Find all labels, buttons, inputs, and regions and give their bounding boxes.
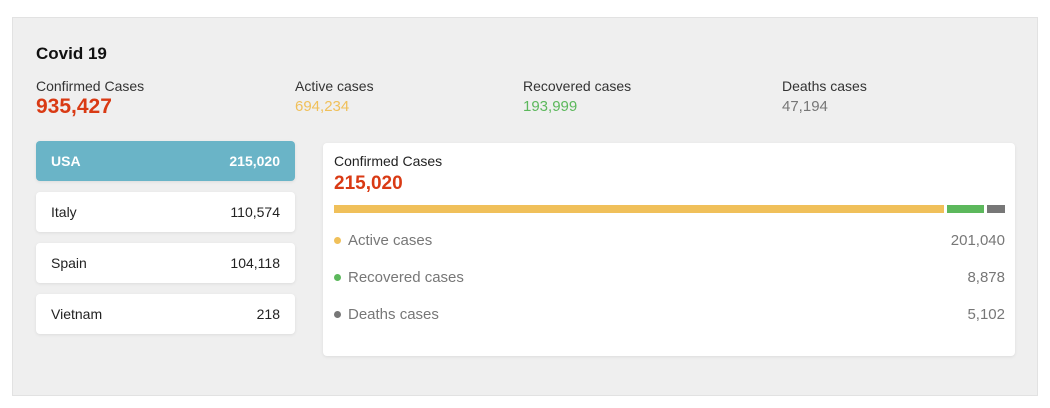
country-item-spain[interactable]: Spain 104,118 xyxy=(36,243,295,283)
breakdown-label: Recovered cases xyxy=(348,269,464,286)
breakdown-label: Deaths cases xyxy=(348,306,439,323)
stat-confirmed-value: 935,427 xyxy=(36,95,112,118)
detail-value: 215,020 xyxy=(334,173,403,194)
stat-active-label: Active cases xyxy=(295,78,374,94)
breakdown-row-active: Active cases 201,040 xyxy=(334,232,1005,249)
breakdown-value: 201,040 xyxy=(950,232,1005,249)
stat-confirmed-label: Confirmed Cases xyxy=(36,78,145,94)
breakdown-row-deaths: Deaths cases 5,102 xyxy=(334,306,1005,323)
breakdown-row-recovered: Recovered cases 8,878 xyxy=(334,269,1005,286)
country-detail-card: Confirmed Cases 215,020 Active cases 201… xyxy=(323,143,1015,356)
country-value: 110,574 xyxy=(230,204,280,220)
stat-deaths: Deaths cases 47,194 xyxy=(782,78,867,115)
stat-recovered-label: Recovered cases xyxy=(523,78,632,94)
country-name: USA xyxy=(51,153,81,169)
country-list: USA 215,020 Italy 110,574 Spain 104,118 … xyxy=(36,141,295,345)
stat-confirmed: Confirmed Cases 935,427 xyxy=(36,78,144,119)
country-item-vietnam[interactable]: Vietnam 218 xyxy=(36,294,295,334)
stat-recovered-value: 193,999 xyxy=(523,98,578,115)
stat-active: Active cases 694,234 xyxy=(295,78,374,115)
active-dot-icon xyxy=(334,237,341,244)
breakdown-value: 8,878 xyxy=(967,269,1005,286)
bar-segment-recovered xyxy=(947,205,984,213)
country-item-italy[interactable]: Italy 110,574 xyxy=(36,192,295,232)
stat-deaths-value: 47,194 xyxy=(782,98,828,115)
stat-deaths-label: Deaths cases xyxy=(782,78,867,94)
country-item-usa[interactable]: USA 215,020 xyxy=(36,141,295,181)
bar-segment-active xyxy=(334,205,944,213)
recovered-dot-icon xyxy=(334,274,341,281)
country-value: 218 xyxy=(256,306,280,322)
deaths-dot-icon xyxy=(334,311,341,318)
cases-breakdown-bar xyxy=(334,205,1005,213)
covid-panel: Covid 19 Confirmed Cases 935,427 Active … xyxy=(12,17,1038,396)
country-name: Spain xyxy=(51,255,87,271)
bar-segment-deaths xyxy=(987,205,1005,213)
detail-label: Confirmed Cases xyxy=(334,153,443,169)
country-value: 215,020 xyxy=(229,153,280,169)
country-name: Italy xyxy=(51,204,77,220)
stat-recovered: Recovered cases 193,999 xyxy=(523,78,631,115)
country-name: Vietnam xyxy=(51,306,103,322)
stat-active-value: 694,234 xyxy=(295,98,350,115)
breakdown-value: 5,102 xyxy=(967,306,1005,323)
panel-title: Covid 19 xyxy=(36,44,107,63)
breakdown-label: Active cases xyxy=(348,232,433,249)
country-value: 104,118 xyxy=(230,255,280,271)
